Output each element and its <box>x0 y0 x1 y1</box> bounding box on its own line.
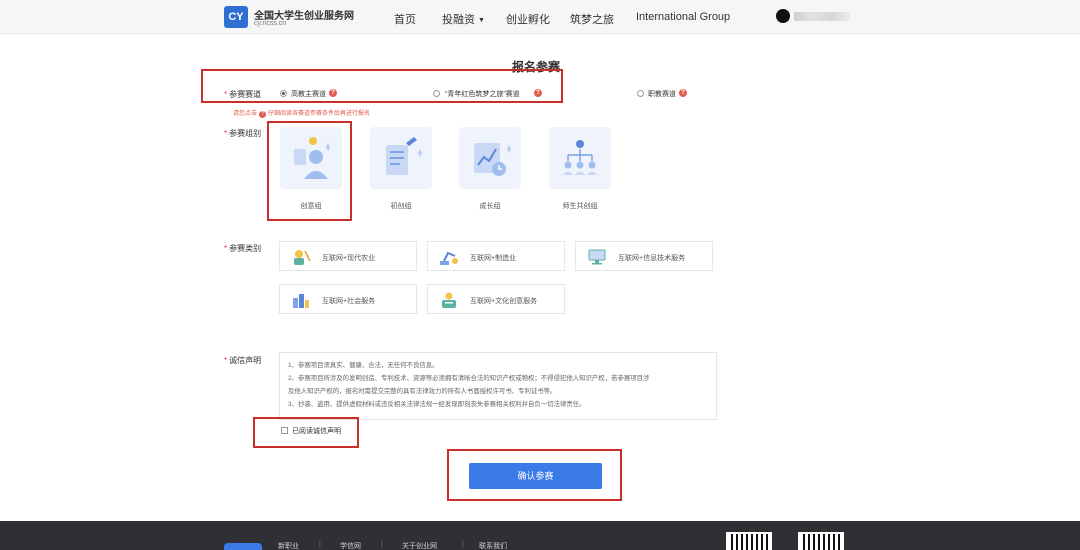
site-logo-icon[interactable]: CY <box>224 6 248 28</box>
group-name-idea[interactable]: 创意组 <box>280 201 342 211</box>
category-text-cultural-creative: 互联网+文化创意服务 <box>470 298 538 305</box>
declaration-line: 1、参赛项目须真实、健康、合法，无任何不良信息。 <box>288 362 439 369</box>
user-name-blurred[interactable] <box>794 12 850 21</box>
track-label-text: 参赛赛道 <box>229 90 262 99</box>
nav-international-group[interactable]: International Group <box>636 11 730 23</box>
nav-dream-journey[interactable]: 筑梦之旅 <box>570 11 614 27</box>
track-hint: 请您点击? 仔细阅读各赛道参赛条件后再进行报名 <box>233 108 370 118</box>
radio-track-red-dream[interactable] <box>433 90 440 97</box>
monitor-icon <box>588 249 606 265</box>
declaration-checkbox-label[interactable]: 已阅读诚信声明 <box>292 426 341 436</box>
track-option-higher-ed[interactable]: 高教主赛道 <box>291 89 326 99</box>
radio-track-higher-ed[interactable] <box>280 90 287 97</box>
help-icon[interactable]: ? <box>259 111 267 118</box>
declaration-line: 及他人知识产权的，报名时需提交完整的具有法律效力的所有人书面授权许可书、专利证书… <box>288 388 557 395</box>
footer-separator: | <box>462 541 464 548</box>
document-pen-icon <box>386 137 422 175</box>
declaration-label-text: 诚信声明 <box>229 356 262 365</box>
declaration-line: 2、参赛项目所涉及的发明创造、专利技术、资源等必须拥有清晰合法的知识产权或物权；… <box>288 375 650 382</box>
radio-track-vocational[interactable] <box>637 90 644 97</box>
footer-logo-icon[interactable] <box>224 543 262 550</box>
declaration-text-box[interactable]: 1、参赛项目须真实、健康、合法，无任何不良信息。 2、参赛项目所涉及的发明创造、… <box>279 352 717 420</box>
nav-investment[interactable]: 投融资 ▼ <box>442 11 485 27</box>
track-option-vocational[interactable]: 职教赛道 <box>648 89 676 99</box>
group-name-startup[interactable]: 初创组 <box>370 201 432 211</box>
category-card-agriculture[interactable]: 互联网+现代农业 <box>279 241 417 271</box>
required-mark: * <box>224 244 228 253</box>
robot-arm-icon <box>440 251 458 265</box>
city-buildings-icon <box>293 294 309 308</box>
category-card-it-services[interactable]: 互联网+信息技术服务 <box>575 241 713 271</box>
group-tile-idea[interactable] <box>280 127 342 189</box>
category-text-manufacturing: 互联网+制造业 <box>470 255 517 262</box>
growth-chart-icon <box>474 143 511 176</box>
qr-code-icon <box>798 532 844 550</box>
required-mark: * <box>224 129 228 138</box>
hint-prefix: 请您点击 <box>233 111 258 117</box>
nav-incubation[interactable]: 创业孵化 <box>506 11 550 27</box>
declaration-line: 3、抄袭、盗用、提供虚假材料或违反相关法律法规一经发现即刻丧失参赛相关权利并自负… <box>288 401 586 408</box>
hint-suffix: 仔细阅读各赛道参赛条件后再进行报名 <box>268 111 371 117</box>
category-card-cultural-creative[interactable]: 互联网+文化创意服务 <box>427 284 565 314</box>
footer-link-contact[interactable]: 联系我们 <box>479 541 507 550</box>
help-icon[interactable]: ? <box>329 89 337 97</box>
footer-separator: | <box>319 541 321 548</box>
footer-separator: | <box>381 541 383 548</box>
category-text-social-services: 互联网+社会服务 <box>322 298 376 305</box>
group-label: * 参赛组别 <box>224 128 261 139</box>
help-icon[interactable]: ? <box>679 89 687 97</box>
category-text-agriculture: 互联网+现代农业 <box>322 255 376 262</box>
nav-home[interactable]: 首页 <box>394 11 416 27</box>
team-hierarchy-icon <box>563 140 597 175</box>
creative-person-icon <box>442 292 456 308</box>
qr-code-icon <box>726 532 772 550</box>
farmer-icon <box>294 250 311 265</box>
confirm-entry-button[interactable]: 确认参赛 <box>469 463 602 489</box>
group-tile-growth[interactable] <box>459 127 521 189</box>
site-domain: cy.ncss.cn <box>254 20 287 27</box>
site-header: CY 全国大学生创业服务网 cy.ncss.cn 首页 投融资 ▼ 创业孵化 筑梦… <box>0 0 1080 34</box>
caret-down-icon: ▼ <box>478 16 485 24</box>
group-tile-startup[interactable] <box>370 127 432 189</box>
declaration-label: * 诚信声明 <box>224 355 261 366</box>
site-footer: 新职业 | 学信网 | 关于创业网 | 联系我们 <box>0 521 1080 550</box>
track-label: * 参赛赛道 <box>224 89 261 100</box>
group-tile-teacher-student[interactable] <box>549 127 611 189</box>
footer-link-new-career[interactable]: 新职业 <box>278 541 299 550</box>
footer-link-about[interactable]: 关于创业网 <box>402 541 437 550</box>
declaration-checkbox[interactable] <box>281 427 288 434</box>
nav-investment-label: 投融资 <box>442 14 475 26</box>
footer-link-chsi[interactable]: 学信网 <box>340 541 361 550</box>
required-mark: * <box>224 356 228 365</box>
help-icon[interactable]: ? <box>534 89 542 97</box>
category-label-text: 参赛类别 <box>229 244 262 253</box>
category-text-it-services: 互联网+信息技术服务 <box>618 255 686 262</box>
category-card-manufacturing[interactable]: 互联网+制造业 <box>427 241 565 271</box>
category-label: * 参赛类别 <box>224 243 261 254</box>
user-avatar[interactable] <box>776 9 790 23</box>
category-card-social-services[interactable]: 互联网+社会服务 <box>279 284 417 314</box>
track-option-red-dream[interactable]: “青年红色筑梦之旅”赛道 <box>445 89 520 99</box>
group-label-text: 参赛组别 <box>229 129 262 138</box>
group-name-teacher-student[interactable]: 师生共创组 <box>549 201 611 211</box>
group-name-growth[interactable]: 成长组 <box>459 201 521 211</box>
lightbulb-person-icon <box>294 137 330 179</box>
required-mark: * <box>224 90 228 99</box>
